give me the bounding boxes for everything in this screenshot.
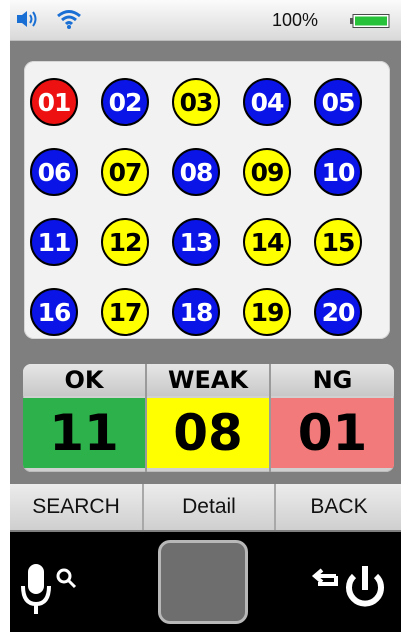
ball-19[interactable]: 19 [243, 288, 291, 336]
nav-bar: SEARCH Detail BACK [10, 484, 401, 530]
status-bar: 100% [10, 0, 401, 41]
ng-header: NG [271, 364, 394, 396]
ball-16[interactable]: 16 [30, 288, 78, 336]
ball-panel: 01 02 03 04 05 06 07 08 09 10 11 12 13 14 15 16 17 18 19 20 [24, 61, 390, 339]
battery-percent: 100% [272, 10, 319, 30]
ball-20[interactable]: 20 [314, 288, 362, 336]
ng-count: 01 [271, 398, 394, 468]
mic-search-icon[interactable] [20, 562, 90, 616]
ball-07[interactable]: 07 [101, 148, 149, 196]
ok-count: 11 [23, 398, 145, 468]
divider [269, 364, 271, 472]
ball-06[interactable]: 06 [30, 148, 78, 196]
ball-09[interactable]: 09 [243, 148, 291, 196]
device-screen: 100% 01 02 03 04 05 06 07 08 09 10 11 12 13 14 15 16 17 1… [10, 0, 401, 632]
divider [145, 364, 147, 472]
ball-15[interactable]: 15 [314, 218, 362, 266]
weak-header: WEAK [147, 364, 269, 396]
detail-button[interactable]: Detail [144, 484, 276, 530]
ball-11[interactable]: 11 [30, 218, 78, 266]
ball-08[interactable]: 08 [172, 148, 220, 196]
ok-header: OK [23, 364, 145, 396]
ball-01[interactable]: 01 [30, 78, 78, 126]
wifi-icon [57, 10, 81, 29]
home-button[interactable] [158, 540, 248, 624]
summary-panel: OK WEAK NG 11 08 01 [23, 364, 394, 472]
ball-10[interactable]: 10 [314, 148, 362, 196]
ball-18[interactable]: 18 [172, 288, 220, 336]
back-power-icon[interactable] [306, 562, 392, 616]
search-button[interactable]: SEARCH [10, 484, 144, 530]
ball-14[interactable]: 14 [243, 218, 291, 266]
ball-12[interactable]: 12 [101, 218, 149, 266]
ball-04[interactable]: 04 [243, 78, 291, 126]
ball-17[interactable]: 17 [101, 288, 149, 336]
ball-05[interactable]: 05 [314, 78, 362, 126]
ball-13[interactable]: 13 [172, 218, 220, 266]
hardware-bar [10, 532, 401, 632]
weak-count: 08 [147, 398, 269, 468]
ball-03[interactable]: 03 [172, 78, 220, 126]
volume-icon [17, 11, 37, 27]
ball-02[interactable]: 02 [101, 78, 149, 126]
back-button[interactable]: BACK [276, 484, 401, 530]
battery-icon [350, 14, 390, 28]
